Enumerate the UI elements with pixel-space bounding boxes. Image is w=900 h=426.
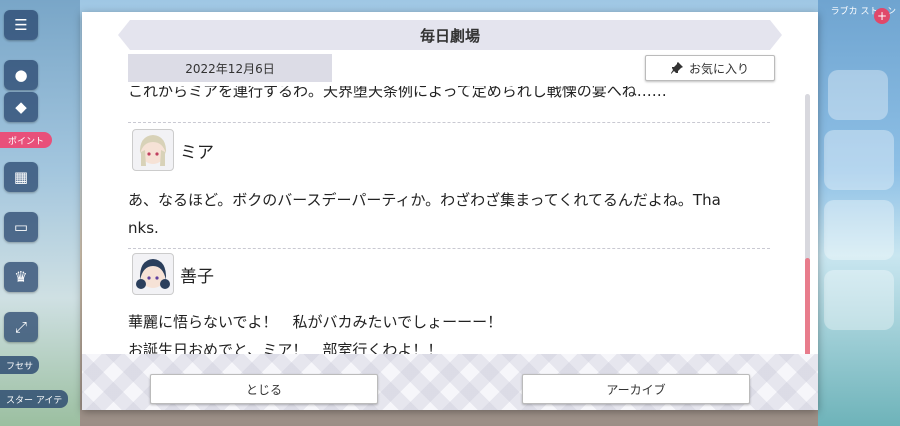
scrollbar[interactable] bbox=[805, 94, 810, 364]
date-label: 2022年12月6日 bbox=[128, 54, 332, 82]
trophy-icon[interactable]: ♛ bbox=[4, 262, 38, 292]
speaker-name: 善子 bbox=[180, 266, 214, 287]
right-tile-1[interactable] bbox=[828, 70, 888, 120]
chat-icon[interactable]: ● bbox=[4, 60, 38, 90]
right-tile-4[interactable] bbox=[824, 270, 894, 330]
scroll-thumb[interactable] bbox=[805, 258, 810, 362]
menu-icon[interactable]: ☰ bbox=[4, 10, 38, 40]
separator bbox=[128, 122, 770, 123]
dialogue-scroll-area[interactable]: これからミアを連行するわ。天界堕天条例によって定められし戦慄の宴へね…… ミア … bbox=[128, 86, 770, 358]
right-tile-2[interactable] bbox=[824, 130, 894, 190]
plus-icon[interactable]: + bbox=[874, 8, 890, 24]
right-tile-3[interactable] bbox=[824, 200, 894, 260]
mia-avatar bbox=[132, 129, 174, 171]
yoshiko-avatar bbox=[132, 253, 174, 295]
dialogue-line: nks. bbox=[128, 219, 159, 237]
favorite-label: お気に入り bbox=[688, 61, 749, 76]
expand-icon[interactable]: ⤢ bbox=[4, 312, 38, 342]
side-label-1[interactable]: フセサ bbox=[0, 356, 40, 374]
close-button[interactable]: とじる bbox=[150, 374, 378, 404]
archive-button[interactable]: アーカイブ bbox=[522, 374, 750, 404]
speaker-row-mia: ミア bbox=[132, 128, 214, 172]
speaker-name: ミア bbox=[180, 142, 214, 163]
screen-icon[interactable]: ▭ bbox=[4, 212, 38, 242]
daily-theater-dialog: 毎日劇場 2022年12月6日 お気に入り これからミアを連行するわ。天界堕天条… bbox=[82, 12, 818, 410]
dialogue-line: 華麗に悟らないでよ！ 私がバカみたいでしょーーー！ bbox=[128, 313, 503, 331]
dialog-title: 毎日劇場 bbox=[118, 20, 782, 50]
dialogue-line: あ、なるほど。ボクのバースデーパーティか。わざわざ集まってくれてるんだよね。Th… bbox=[128, 191, 721, 209]
point-badge: ポイント bbox=[0, 132, 53, 148]
pin-icon bbox=[670, 62, 683, 74]
separator bbox=[128, 248, 770, 249]
present-icon[interactable]: ▦ bbox=[4, 162, 38, 192]
favorite-button[interactable]: お気に入り bbox=[645, 55, 775, 81]
partial-text-line: これからミアを連行するわ。天界堕天条例によって定められし戦慄の宴へね…… bbox=[128, 86, 667, 100]
speaker-row-yoshiko: 善子 bbox=[132, 252, 214, 296]
side-label-2[interactable]: スター アイテ bbox=[0, 390, 69, 408]
info-icon[interactable]: ◆ bbox=[4, 92, 38, 122]
